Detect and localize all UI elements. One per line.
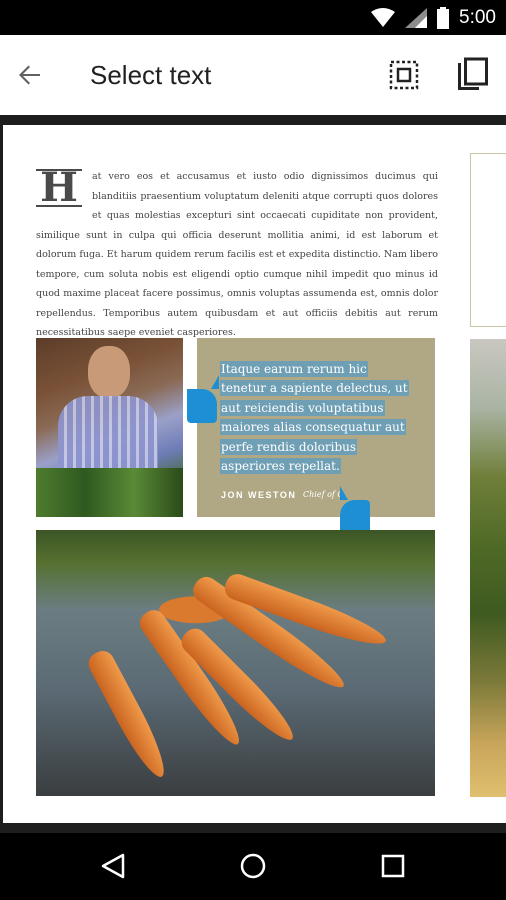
arrow-back-icon[interactable] bbox=[14, 59, 46, 91]
selection-end-handle-tail bbox=[340, 486, 348, 500]
article-text[interactable]: H at vero eos et accusamus et iusto odio… bbox=[36, 167, 438, 343]
quote-text[interactable]: Itaque earum rerum hic tenetur a sapient… bbox=[221, 360, 417, 476]
app-bar: Select text bbox=[0, 35, 506, 115]
quote-author-title: Chief of O bbox=[303, 490, 344, 499]
copy-icon[interactable] bbox=[455, 57, 489, 93]
navigation-bar bbox=[0, 833, 506, 900]
photo-carrots bbox=[36, 530, 435, 796]
selection-start-handle[interactable] bbox=[187, 389, 217, 423]
select-all-icon[interactable] bbox=[388, 59, 420, 91]
selection-start-handle-tail bbox=[211, 375, 219, 389]
selection-end-handle[interactable] bbox=[340, 500, 370, 534]
next-page-image bbox=[470, 339, 506, 797]
status-icons: 5:00 bbox=[371, 6, 496, 30]
page-title: Select text bbox=[90, 60, 212, 90]
carrot bbox=[84, 646, 174, 783]
next-page-frame bbox=[470, 153, 506, 327]
drop-cap: H bbox=[36, 168, 82, 208]
photo-greens bbox=[36, 468, 183, 517]
status-bar: 5:00 bbox=[0, 0, 506, 35]
document-page[interactable]: H at vero eos et accusamus et iusto odio… bbox=[3, 125, 506, 823]
photo-man-at-market bbox=[36, 338, 183, 517]
article-body[interactable]: at vero eos et accusamus et iusto odio d… bbox=[36, 171, 438, 338]
quote-line[interactable]: asperiores repellat. bbox=[221, 459, 340, 474]
nav-back-icon[interactable] bbox=[98, 851, 128, 881]
nav-home-icon[interactable] bbox=[238, 851, 268, 881]
cell-signal-icon bbox=[405, 8, 428, 28]
status-time: 5:00 bbox=[459, 7, 496, 28]
quote-line[interactable]: aut reiciendis voluptatibus bbox=[221, 400, 384, 415]
nav-recents-icon[interactable] bbox=[378, 851, 408, 881]
document-viewer[interactable]: H at vero eos et accusamus et iusto odio… bbox=[0, 115, 506, 833]
photo-face bbox=[88, 346, 130, 398]
wifi-icon bbox=[371, 8, 396, 27]
quote-line[interactable]: perfe rendis doloribus bbox=[221, 439, 357, 454]
pull-quote[interactable]: Itaque earum rerum hic tenetur a sapient… bbox=[197, 338, 435, 517]
quote-line[interactable]: maiores alias consequatur aut bbox=[221, 420, 405, 435]
battery-icon bbox=[437, 7, 450, 29]
quote-line[interactable]: Itaque earum rerum hic bbox=[221, 362, 367, 376]
quote-author: JON WESTON bbox=[221, 490, 297, 500]
quote-line[interactable]: tenetur a sapiente delectus, ut bbox=[221, 381, 408, 396]
